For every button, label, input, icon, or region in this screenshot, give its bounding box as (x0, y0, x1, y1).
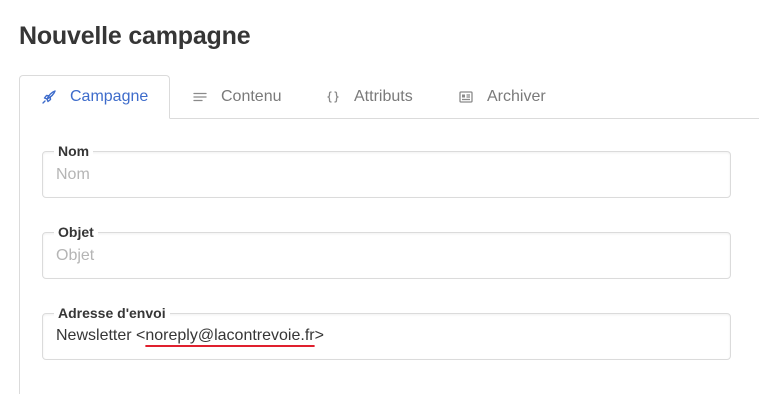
subject-label: Objet (54, 223, 98, 241)
subject-input[interactable] (43, 233, 730, 278)
sender-input[interactable]: Newsletter <noreply@lacontrevoie.fr> (56, 327, 324, 345)
name-field: Nom (42, 142, 731, 198)
tab-archiver[interactable]: Archiver (458, 75, 546, 118)
newspaper-icon (458, 89, 474, 105)
sender-suffix: > (314, 327, 324, 344)
tab-label: Archiver (487, 87, 546, 105)
tab-contenu[interactable]: Contenu (192, 75, 282, 118)
tab-label: Attributs (354, 87, 413, 105)
sender-field[interactable]: Newsletter <noreply@lacontrevoie.fr> Adr… (42, 304, 731, 360)
name-label: Nom (54, 142, 94, 160)
name-input[interactable] (43, 152, 730, 197)
tab-bar: Campagne Contenu Attributs Archiver (19, 75, 759, 119)
page-title: Nouvelle campagne (19, 22, 251, 50)
subject-field: Objet (42, 223, 731, 279)
sender-prefix: Newsletter < (56, 327, 146, 344)
tab-label: Campagne (70, 88, 149, 105)
tab-campagne[interactable]: Campagne (19, 75, 170, 119)
tab-attributs[interactable]: Attributs (325, 75, 413, 118)
rocket-icon (41, 89, 57, 105)
braces-icon (325, 89, 341, 105)
lines-icon (192, 89, 208, 105)
sender-email: noreply@lacontrevoie.fr (145, 327, 315, 344)
tab-label: Contenu (221, 87, 282, 105)
sender-label: Adresse d'envoi (54, 304, 170, 322)
